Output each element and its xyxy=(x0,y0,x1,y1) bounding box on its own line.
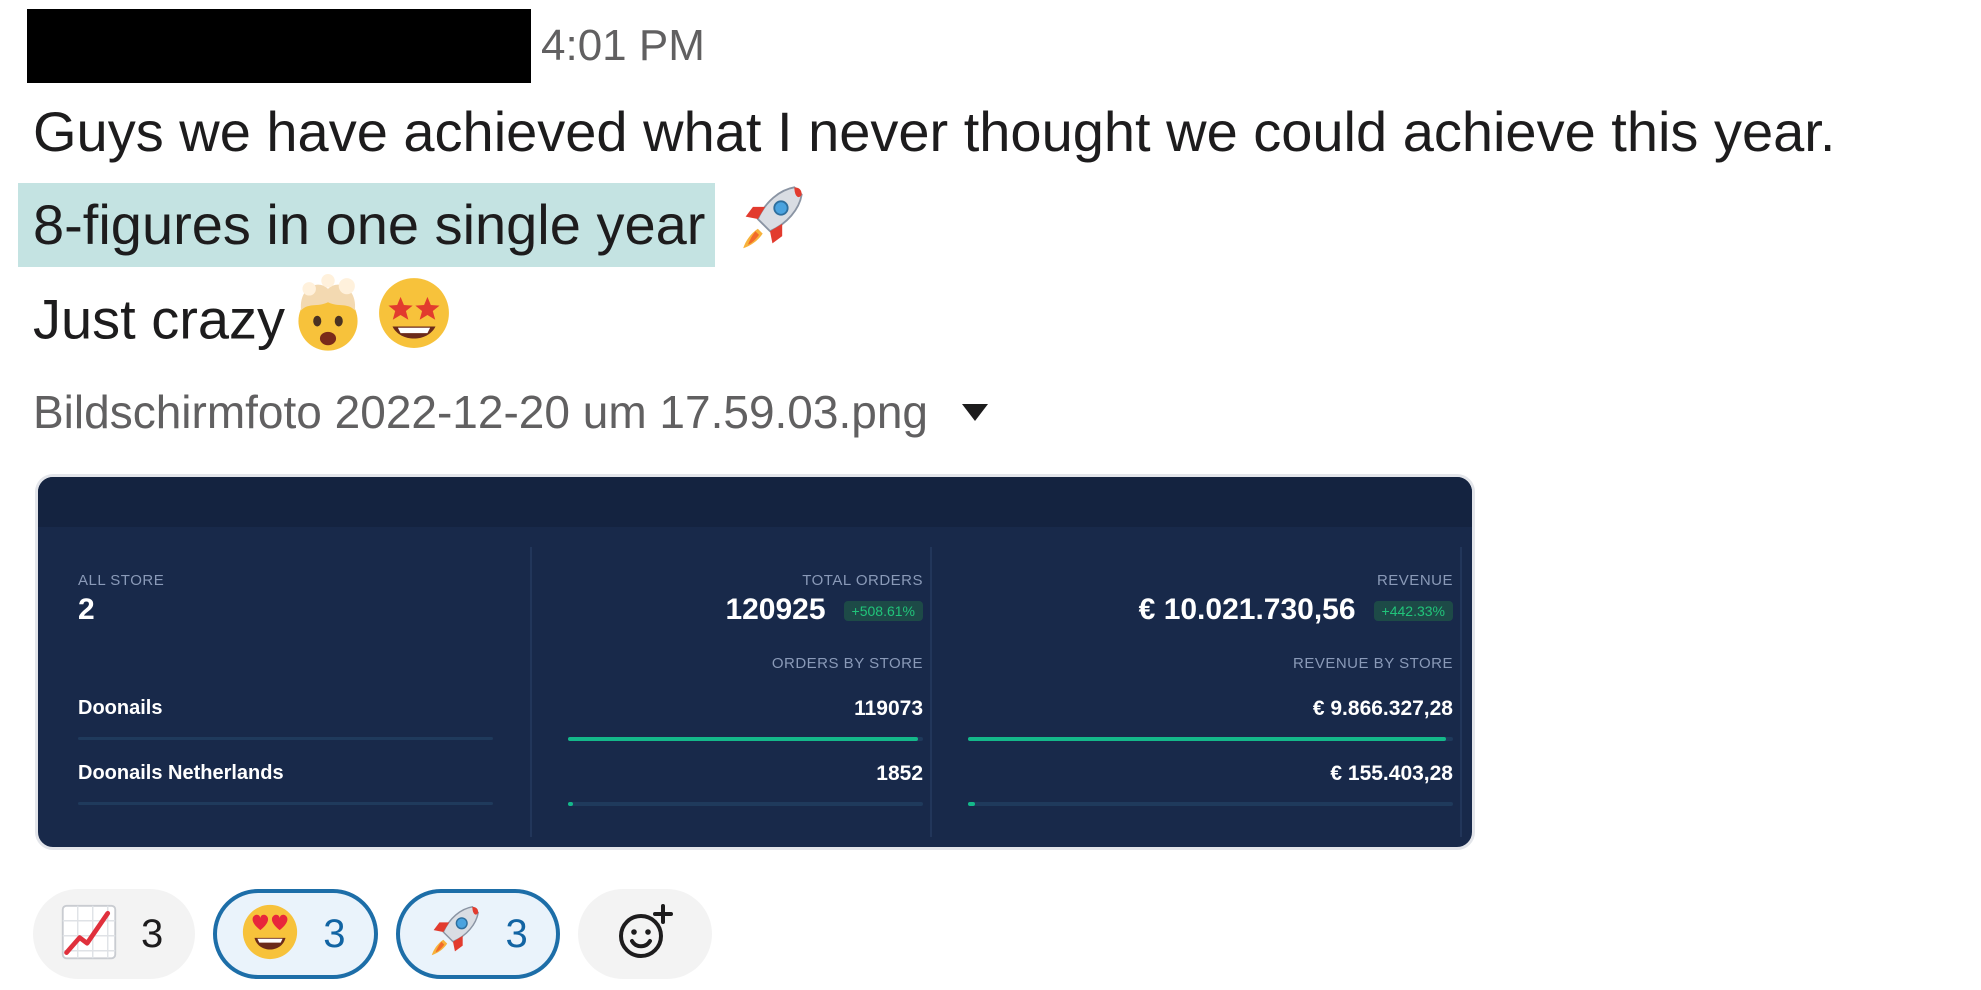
reaction-rocket[interactable]: 3 xyxy=(395,889,560,979)
reaction-heart-eyes[interactable]: 3 xyxy=(213,889,378,979)
reaction-count: 3 xyxy=(141,911,164,956)
revenue-by-store-label: REVENUE BY STORE xyxy=(1293,655,1453,672)
store-orders: 1852 xyxy=(876,762,923,785)
orders-share-fill xyxy=(568,802,574,806)
total-orders-label: TOTAL ORDERS xyxy=(802,572,923,589)
heart-eyes-icon xyxy=(239,901,301,967)
store-revenue: € 155.403,28 xyxy=(1330,762,1453,785)
orders-column: TOTAL ORDERS 120925 +508.61% ORDERS BY ST… xyxy=(568,527,923,847)
star-struck-icon xyxy=(371,270,457,377)
message-timestamp[interactable]: 4:01 PM xyxy=(541,9,705,83)
revenue-label: REVENUE xyxy=(1376,572,1453,589)
rocket-icon xyxy=(422,901,484,967)
attachment-file-name[interactable]: Bildschirmfoto 2022-12-20 um 17.59.03.pn… xyxy=(33,385,928,439)
all-store-label: ALL STORE xyxy=(78,572,165,589)
reaction-count: 3 xyxy=(323,911,346,956)
message-text-line-1: Guys we have achieved what I never thoug… xyxy=(33,100,1836,163)
total-orders-value: 120925 +508.61% xyxy=(725,593,923,627)
divider xyxy=(78,737,493,740)
reaction-chart-increasing[interactable]: 3 xyxy=(33,889,196,979)
message-text-crazy: Just crazy xyxy=(33,287,286,351)
revenue-share-fill xyxy=(968,737,1446,741)
attachment-image[interactable]: ALL STORE 2 Doonails Doonails Netherland… xyxy=(35,474,1475,850)
add-reaction-button[interactable] xyxy=(577,889,712,979)
add-reaction-icon xyxy=(613,900,677,968)
chevron-down-icon[interactable] xyxy=(962,403,989,421)
revenue-change-badge: +442.33% xyxy=(1373,601,1453,622)
orders-by-store-label: ORDERS BY STORE xyxy=(771,655,923,672)
revenue-share-bar xyxy=(968,737,1453,741)
store-name: Doonails xyxy=(78,697,163,719)
dashboard-topbar xyxy=(38,477,1472,527)
column-divider xyxy=(530,547,532,837)
store-revenue: € 9.866.327,28 xyxy=(1312,697,1453,720)
orders-change-badge: +508.61% xyxy=(843,601,923,622)
orders-share-bar xyxy=(568,802,923,806)
slack-message: 4:01 PM Guys we have achieved what I nev… xyxy=(0,0,1981,990)
orders-share-fill xyxy=(568,737,918,741)
total-orders-number: 120925 xyxy=(725,593,826,626)
reactions-bar: 3 3 3 xyxy=(33,886,712,982)
divider xyxy=(78,802,493,805)
message-text-line-2: 8-figures in one single year xyxy=(18,180,809,279)
sales-dashboard: ALL STORE 2 Doonails Doonails Netherland… xyxy=(38,527,1472,847)
revenue-share-bar xyxy=(968,802,1453,806)
column-divider xyxy=(930,547,932,837)
attachment-header: Bildschirmfoto 2022-12-20 um 17.59.03.pn… xyxy=(33,380,989,444)
chart-increasing-icon xyxy=(59,902,119,966)
rocket-icon xyxy=(731,180,809,279)
store-orders: 119073 xyxy=(854,697,923,720)
revenue-column: REVENUE € 10.021.730,56 +442.33% REVENUE … xyxy=(968,527,1453,847)
message-header: 4:01 PM xyxy=(27,9,705,83)
orders-share-bar xyxy=(568,737,923,741)
revenue-share-fill xyxy=(968,802,976,806)
store-name: Doonails Netherlands xyxy=(78,762,284,784)
revenue-total: € 10.021.730,56 +442.33% xyxy=(1139,593,1453,627)
redacted-username xyxy=(27,9,531,83)
revenue-number: € 10.021.730,56 xyxy=(1138,593,1356,626)
column-divider xyxy=(1460,547,1462,837)
highlighted-text: 8-figures in one single year xyxy=(18,183,716,268)
reaction-count: 3 xyxy=(505,911,528,956)
all-store-value: 2 xyxy=(78,593,95,626)
store-column: ALL STORE 2 Doonails Doonails Netherland… xyxy=(78,527,493,847)
exploding-head-icon xyxy=(285,270,371,377)
message-text-line-3: Just crazy xyxy=(33,270,457,377)
